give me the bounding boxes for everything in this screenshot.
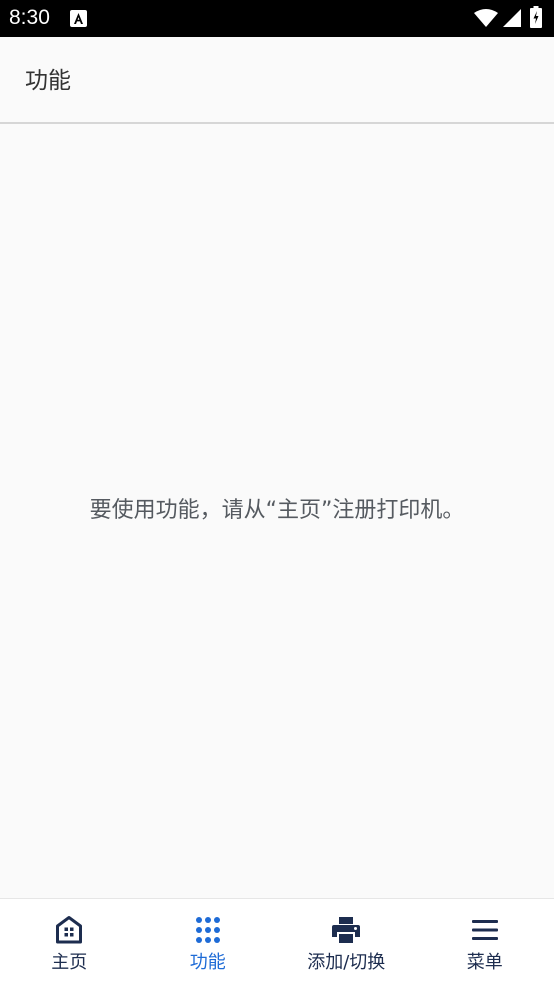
printer-icon bbox=[332, 917, 361, 943]
app-bar: 功能 bbox=[0, 37, 554, 124]
a-notification-icon bbox=[70, 10, 87, 27]
nav-item-functions[interactable]: 功能 bbox=[139, 899, 278, 985]
status-bar: 8:30 bbox=[0, 0, 554, 37]
page-title: 功能 bbox=[25, 68, 71, 94]
screen: 8:30 功能 要使用功能，请从“主页”注册打印机。 主页 功能 添加/切换 菜… bbox=[0, 0, 554, 985]
menu-icon bbox=[471, 920, 498, 940]
nav-label-add-switch: 添加/切换 bbox=[307, 952, 386, 973]
battery-icon bbox=[530, 6, 542, 28]
status-time: 8:30 bbox=[9, 6, 50, 29]
nav-item-add-switch[interactable]: 添加/切换 bbox=[277, 899, 416, 985]
empty-state-message: 要使用功能，请从“主页”注册打印机。 bbox=[89, 498, 465, 523]
nav-item-menu[interactable]: 菜单 bbox=[416, 899, 554, 985]
main-content: 要使用功能，请从“主页”注册打印机。 bbox=[0, 124, 554, 898]
home-icon bbox=[56, 916, 83, 944]
bottom-navigation: 主页 功能 添加/切换 菜单 bbox=[0, 898, 554, 985]
wifi-icon bbox=[474, 9, 498, 27]
signal-icon bbox=[503, 9, 521, 27]
nav-label-home: 主页 bbox=[51, 952, 88, 973]
nav-label-menu: 菜单 bbox=[466, 952, 503, 973]
nav-label-functions: 功能 bbox=[189, 952, 226, 973]
nav-item-home[interactable]: 主页 bbox=[0, 899, 139, 985]
grid-dots-icon bbox=[195, 917, 220, 943]
